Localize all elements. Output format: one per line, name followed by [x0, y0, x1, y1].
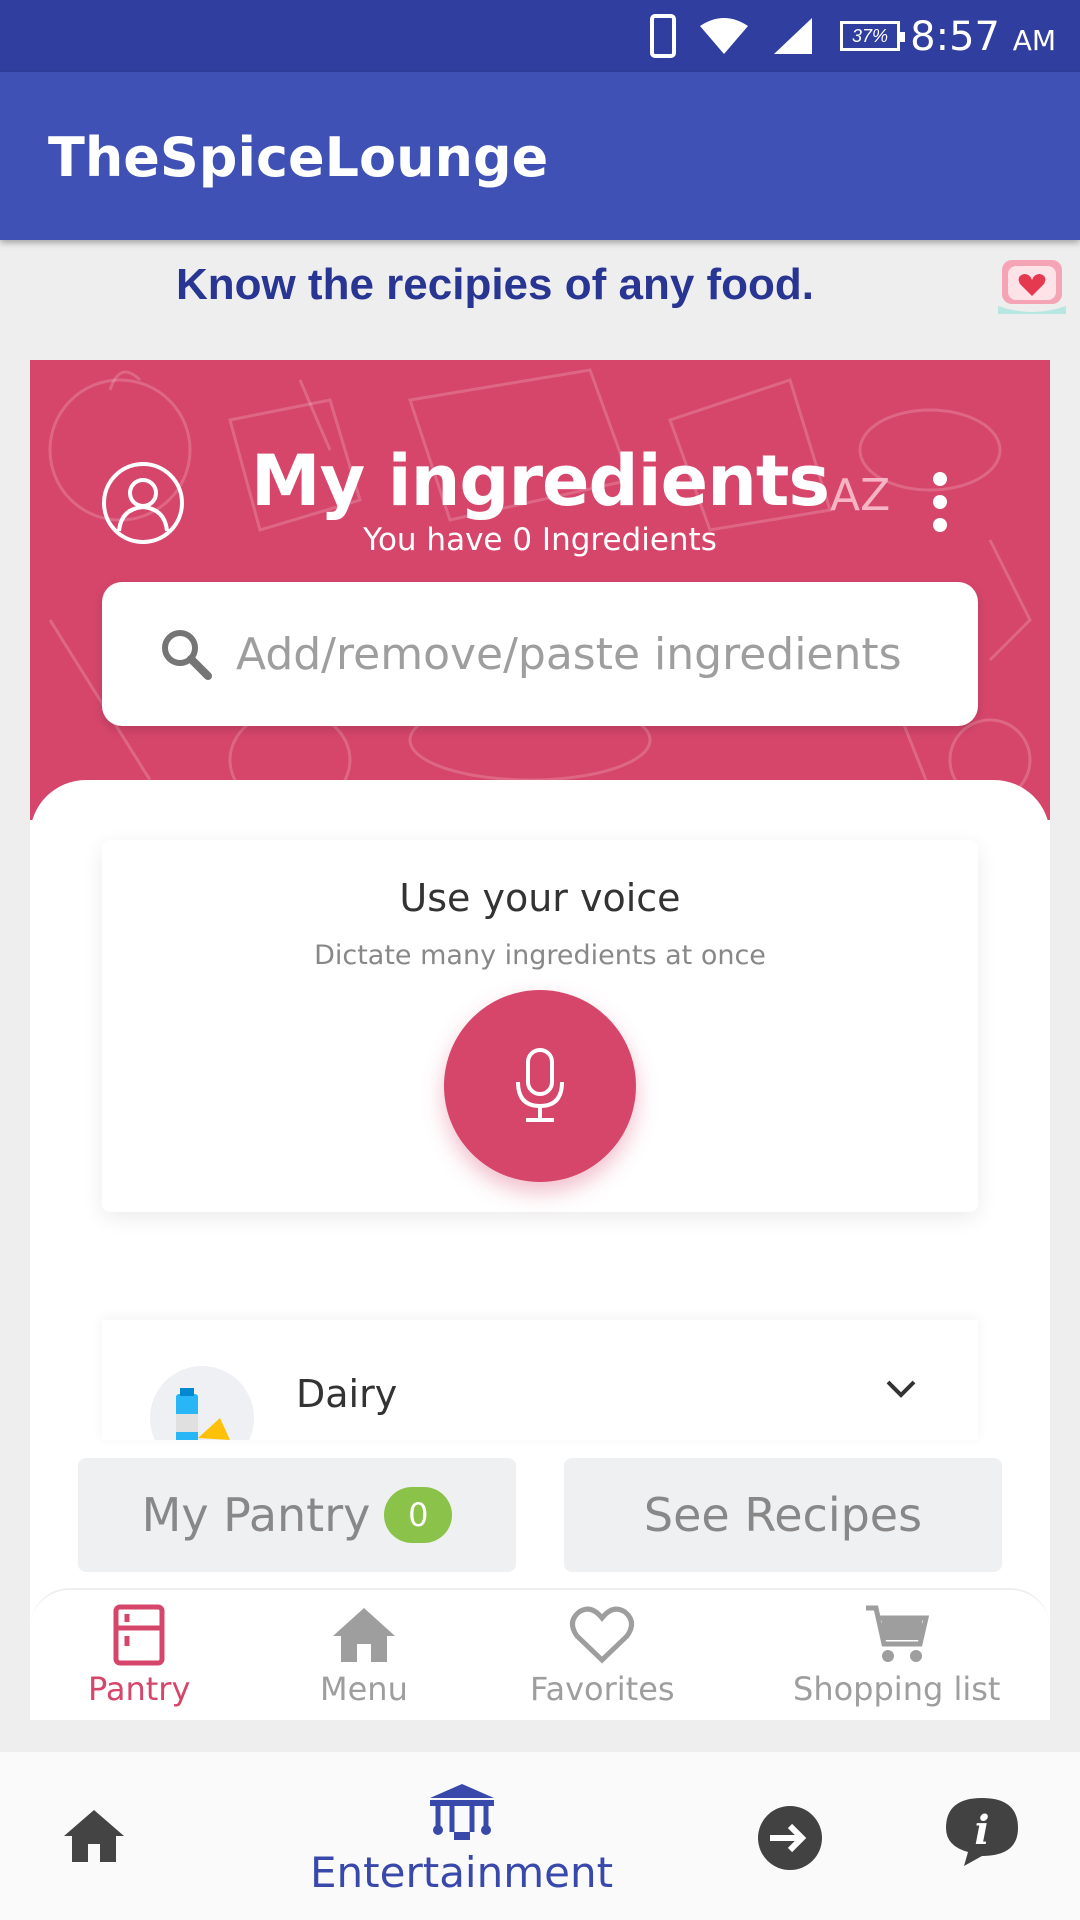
- carousel-icon: [429, 1784, 494, 1840]
- category-label: Dairy: [296, 1372, 398, 1416]
- app-bar: TheSpiceLounge: [0, 72, 1080, 240]
- tab-bar: Pantry Menu Favorites Shopping list: [30, 1588, 1050, 1720]
- signal-icon: [774, 18, 812, 54]
- nav-logout[interactable]: [756, 1804, 824, 1872]
- heart-icon: [570, 1606, 635, 1664]
- clock-ampm: AM: [1012, 24, 1056, 57]
- more-options-icon[interactable]: [930, 472, 950, 532]
- nav-entertainment-label: Entertainment: [310, 1848, 614, 1897]
- status-bar: 37% 8:57 AM: [0, 0, 1080, 72]
- tab-menu[interactable]: Menu: [320, 1600, 408, 1708]
- voice-card-title: Use your voice: [399, 876, 681, 920]
- chevron-down-icon: [886, 1380, 916, 1398]
- nav-home[interactable]: [62, 1808, 126, 1864]
- wifi-icon: [700, 18, 748, 54]
- home-icon: [332, 1608, 395, 1662]
- tab-shopping-list[interactable]: Shopping list: [793, 1600, 1000, 1708]
- clock: 8:57 AM: [910, 14, 1056, 60]
- ingredient-search[interactable]: [102, 582, 978, 726]
- clock-time: 8:57: [910, 14, 1000, 60]
- ingredients-count: You have 0 Ingredients: [363, 522, 717, 558]
- see-recipes-button[interactable]: See Recipes: [564, 1458, 1002, 1572]
- sort-az-button[interactable]: AZ: [830, 470, 890, 521]
- fridge-icon: [113, 1604, 165, 1666]
- battery-indicator: 37%: [840, 21, 905, 51]
- tab-shopping-list-label: Shopping list: [793, 1670, 1001, 1708]
- category-dairy[interactable]: Dairy: [102, 1320, 978, 1440]
- microphone-button[interactable]: [444, 990, 636, 1182]
- app-title: TheSpiceLounge: [48, 126, 549, 189]
- cart-icon: [865, 1605, 929, 1662]
- bottom-navigation: Entertainment i: [0, 1752, 1080, 1920]
- nav-entertainment[interactable]: Entertainment: [310, 1782, 613, 1897]
- pantry-count-badge: 0: [384, 1487, 453, 1543]
- phone-icon: [650, 14, 676, 58]
- main-content: My ingredients You have 0 Ingredients AZ…: [30, 360, 1050, 1720]
- ingredients-title: My ingredients: [250, 440, 830, 522]
- info-icon: i: [946, 1798, 1018, 1866]
- voice-card-subtitle: Dictate many ingredients at once: [314, 940, 766, 971]
- my-pantry-label: My Pantry: [141, 1488, 371, 1542]
- svg-text:i: i: [974, 1807, 989, 1854]
- microphone-icon: [516, 1048, 564, 1122]
- tagline: Know the recipies of any food.: [175, 260, 815, 309]
- my-pantry-button[interactable]: My Pantry 0: [78, 1458, 516, 1572]
- tab-pantry[interactable]: Pantry: [88, 1600, 190, 1708]
- tab-menu-label: Menu: [320, 1670, 408, 1708]
- home-icon: [64, 1810, 124, 1862]
- ingredient-search-input[interactable]: [236, 628, 936, 680]
- see-recipes-label: See Recipes: [643, 1488, 923, 1542]
- tab-pantry-label: Pantry: [88, 1670, 191, 1708]
- tab-favorites-label: Favorites: [530, 1670, 675, 1708]
- search-icon: [162, 630, 212, 680]
- dairy-icon: [150, 1366, 254, 1440]
- arrow-right-circle-icon: [758, 1806, 822, 1870]
- status-icons: 37%: [650, 14, 905, 58]
- voice-input-card: Use your voice Dictate many ingredients …: [102, 840, 978, 1212]
- ingredients-header: My ingredients You have 0 Ingredients AZ: [30, 360, 1050, 820]
- tab-favorites[interactable]: Favorites: [530, 1600, 675, 1708]
- nav-info[interactable]: i: [944, 1796, 1020, 1868]
- heart-badge-icon[interactable]: [996, 254, 1068, 318]
